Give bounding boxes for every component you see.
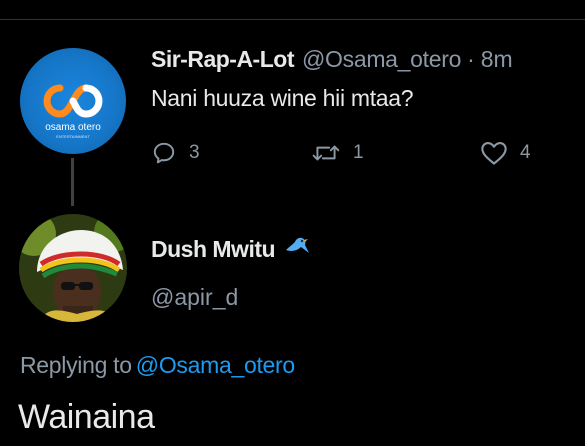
reply-icon — [153, 142, 175, 164]
tweet-timestamp[interactable]: 8m — [481, 46, 513, 73]
reply-author-handle[interactable]: @apir_d — [151, 284, 238, 311]
replying-to-label: Replying to — [20, 352, 132, 378]
avatar[interactable]: osama otero ENTERTAINMENT — [20, 48, 126, 154]
author-handle[interactable]: @Osama_otero — [302, 46, 461, 73]
reply-author-name-text: Dush Mwitu — [151, 235, 276, 262]
replying-to-mention-link[interactable]: @Osama_otero — [136, 352, 295, 378]
top-divider — [0, 19, 585, 20]
like-button[interactable]: 4 — [480, 135, 531, 171]
thread-connector-line — [71, 158, 74, 206]
bird-icon — [283, 234, 313, 264]
profile-photo — [19, 214, 127, 322]
tweet-header: Sir-Rap-A-Lot @Osama_otero · 8m — [151, 44, 513, 74]
reply-author-name[interactable]: Dush Mwitu — [151, 234, 313, 264]
retweet-count: 1 — [353, 142, 364, 163]
header-separator: · — [467, 45, 475, 72]
avatar[interactable] — [19, 214, 127, 322]
like-count: 4 — [520, 142, 531, 163]
brand-logo-icon: osama otero ENTERTAINMENT — [43, 84, 103, 139]
tweet-thread-view: osama otero ENTERTAINMENT Sir-Rap-A-Lot … — [0, 0, 585, 446]
svg-text:ENTERTAINMENT: ENTERTAINMENT — [56, 134, 90, 139]
heart-icon — [481, 142, 507, 165]
tweet-text: Nani huuza wine hii mtaa? — [151, 85, 414, 111]
author-name[interactable]: Sir-Rap-A-Lot — [151, 46, 294, 73]
retweet-button[interactable]: 1 — [311, 135, 364, 171]
reply-count: 3 — [189, 142, 200, 163]
reply-text: Wainaina — [18, 398, 155, 436]
svg-text:osama otero: osama otero — [45, 122, 101, 133]
reply-button[interactable]: 3 — [151, 135, 200, 171]
replying-to-line: Replying to @Osama_otero — [20, 352, 295, 379]
retweet-icon — [312, 145, 340, 161]
